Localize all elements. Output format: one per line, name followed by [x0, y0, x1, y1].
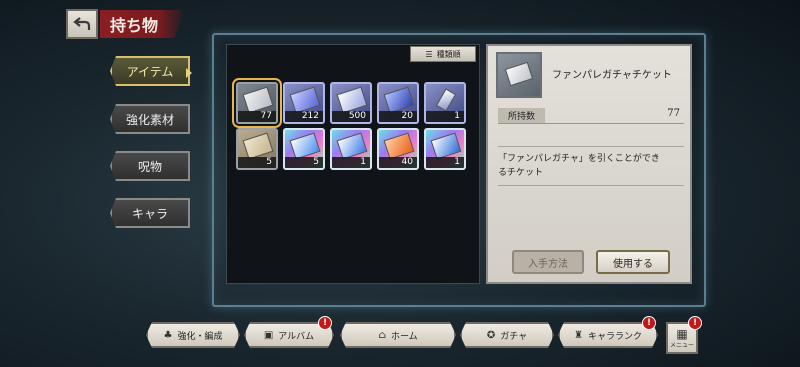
item-count: 77: [238, 111, 276, 122]
nav-label: 強化・編成: [177, 331, 223, 342]
count-value: 77: [667, 108, 680, 119]
side-tab-character[interactable]: キャラ: [110, 198, 190, 228]
nav-label: キャラランク: [587, 331, 642, 342]
side-tab-material[interactable]: 強化素材: [110, 104, 190, 134]
item-count: 212: [285, 111, 323, 122]
nav-gacha[interactable]: ✪ ガチャ: [460, 322, 554, 348]
ticket-icon: [336, 132, 368, 160]
item-slot[interactable]: 500: [330, 82, 372, 124]
item-count: 1: [426, 111, 464, 122]
item-slot[interactable]: 40: [377, 128, 419, 170]
ticket-icon: [430, 132, 462, 160]
count-label: 所持数: [498, 108, 546, 123]
sort-icon: ☰: [425, 49, 433, 59]
ticket-icon: [383, 132, 415, 160]
notification-badge: !: [318, 316, 332, 330]
item-slot[interactable]: 212: [283, 82, 325, 124]
notification-badge: !: [642, 316, 656, 330]
scroll-icon: [242, 132, 274, 160]
notification-badge: !: [688, 316, 702, 330]
description-line-1: 「ファンパレガチャ」を引くことができ: [498, 154, 660, 164]
nav-enhance-formation[interactable]: ♣ 強化・編成: [146, 322, 240, 348]
ticket-icon: [242, 86, 274, 114]
description-line-2: るチケット: [498, 168, 544, 178]
side-tab-cursed-object[interactable]: 呪物: [110, 151, 190, 181]
item-slot[interactable]: 5: [236, 128, 278, 170]
count-row: 所持数 77: [498, 106, 684, 124]
item-count: 1: [426, 157, 464, 168]
item-description: 「ファンパレガチャ」を引くことができ るチケット: [498, 146, 684, 186]
page-title: 持ち物: [100, 10, 185, 38]
item-slot[interactable]: 1: [424, 128, 466, 170]
tag-icon: [289, 86, 321, 114]
sort-button[interactable]: ☰ 種類順: [410, 46, 476, 62]
back-arrow-icon: [73, 17, 91, 30]
item-detail-panel: ファンパレガチャチケット 所持数 77 「ファンパレガチャ」を引くことができ る…: [486, 44, 692, 284]
item-slot[interactable]: 1: [424, 82, 466, 124]
back-button[interactable]: [66, 9, 98, 39]
nav-home[interactable]: ⌂ ホーム: [340, 322, 456, 348]
item-slot[interactable]: 5: [283, 128, 325, 170]
item-count: 500: [332, 111, 370, 122]
item-slot-ticket[interactable]: 77: [232, 78, 282, 128]
rank-icon: ♜: [574, 329, 583, 341]
item-slot[interactable]: 1: [330, 128, 372, 170]
item-count: 5: [238, 157, 276, 168]
use-button[interactable]: 使用する: [596, 250, 670, 274]
home-icon: ⌂: [378, 329, 386, 341]
item-count: 5: [285, 157, 323, 168]
menu-label: メニュー: [669, 341, 694, 349]
item-count: 1: [332, 157, 370, 168]
nav-label: ホーム: [390, 331, 418, 342]
item-count: 40: [379, 157, 417, 168]
active-tab-arrow-icon: [186, 68, 192, 78]
ticket-icon: [289, 132, 321, 160]
side-tab-item[interactable]: アイテム: [110, 56, 190, 86]
album-icon: ▣: [263, 329, 274, 341]
sort-label: 種類順: [436, 49, 461, 59]
charm-icon: [435, 88, 457, 112]
nav-label: アルバム: [278, 331, 315, 342]
item-count: 20: [379, 111, 417, 122]
dice-icon: [336, 86, 368, 114]
obtain-method-button[interactable]: 入手方法: [512, 250, 584, 274]
item-name: ファンパレガチャチケット: [552, 70, 672, 81]
ticket-icon: [504, 61, 534, 87]
nav-label: ガチャ: [500, 331, 528, 342]
detail-item-icon: [496, 52, 542, 98]
character-icon: ♣: [163, 329, 173, 341]
cloth-icon: [383, 86, 415, 114]
grid-icon: ▦: [676, 326, 688, 341]
gacha-icon: ✪: [486, 329, 496, 341]
item-slot[interactable]: 20: [377, 82, 419, 124]
